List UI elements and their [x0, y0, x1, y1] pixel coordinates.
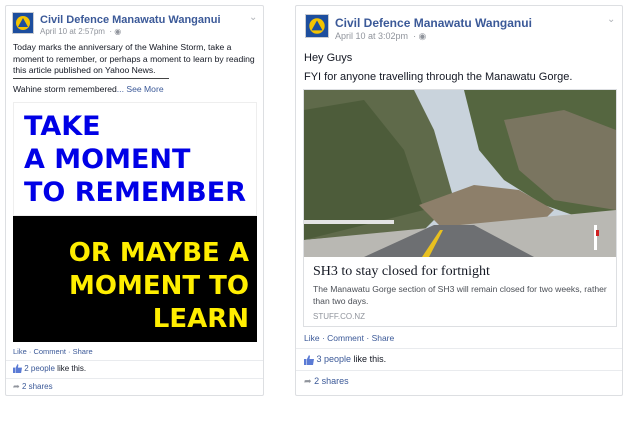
- likes-summary: 2 people like this.: [13, 364, 87, 374]
- share-arrow-icon: ➦: [304, 376, 312, 386]
- image-text-line: LEARN: [152, 304, 249, 334]
- post-greeting: Hey Guys: [304, 52, 353, 64]
- post-actions: Like · Comment · Share: [304, 333, 394, 343]
- see-more-link[interactable]: ... See More: [117, 84, 164, 94]
- like-button[interactable]: Like: [304, 333, 320, 343]
- likes-suffix: like this.: [54, 364, 87, 373]
- link-preview: Wahine storm remembered... See More: [13, 84, 164, 96]
- link-preview-card[interactable]: SH3 to stay closed for fortnight The Man…: [303, 89, 617, 327]
- post-timestamp[interactable]: April 10 at 3:02pm: [335, 31, 408, 41]
- post-card-right: Civil Defence Manawatu Wanganui April 10…: [295, 5, 623, 396]
- divider-line: [13, 78, 169, 79]
- page-name-link[interactable]: Civil Defence Manawatu Wanganui: [40, 14, 221, 26]
- action-separator: ·: [364, 333, 372, 343]
- page-avatar[interactable]: [305, 14, 329, 38]
- post-actions: Like · Comment · Share: [13, 347, 93, 356]
- post-message: FYI for anyone travelling through the Ma…: [304, 71, 573, 83]
- link-preview-image: [304, 90, 616, 257]
- thumbs-up-icon: [13, 364, 22, 374]
- link-title[interactable]: SH3 to stay closed for fortnight: [313, 264, 490, 280]
- share-button[interactable]: Share: [73, 347, 93, 356]
- likes-count-link[interactable]: 2 people: [24, 364, 55, 373]
- action-separator: ·: [65, 347, 73, 356]
- post-timestamp[interactable]: April 10 at 2:57pm: [40, 27, 105, 36]
- thumbs-up-icon: [304, 354, 314, 365]
- image-bottom-panel[interactable]: OR MAYBE A MOMENT TO LEARN: [13, 216, 257, 342]
- divider-line: [6, 360, 263, 361]
- shares-summary[interactable]: ➦ 2 shares: [304, 376, 349, 387]
- like-button[interactable]: Like: [13, 347, 27, 356]
- civil-defence-logo-icon: [13, 13, 33, 33]
- link-description: The Manawatu Gorge section of SH3 will r…: [313, 284, 607, 306]
- comment-button[interactable]: Comment: [33, 347, 66, 356]
- likes-count-link[interactable]: 3 people: [317, 354, 352, 364]
- globe-icon: · ◉: [410, 31, 427, 41]
- post-message: Today marks the anniversary of the Wahin…: [13, 42, 255, 76]
- link-preview-text: Wahine storm remembered: [13, 84, 117, 94]
- shares-count: 2 shares: [21, 382, 53, 391]
- share-arrow-icon: ➦: [13, 382, 20, 391]
- shares-summary[interactable]: ➦ 2 shares: [13, 382, 53, 391]
- chevron-down-icon[interactable]: ⌄: [249, 12, 257, 23]
- shares-count: 2 shares: [314, 376, 349, 386]
- image-text-line: TAKE: [24, 111, 101, 142]
- likes-summary: 3 people like this.: [304, 354, 386, 365]
- image-top-panel[interactable]: TAKE A MOMENT TO REMEMBER: [13, 102, 257, 216]
- chevron-down-icon[interactable]: ⌄: [607, 14, 615, 25]
- divider-line: [6, 378, 263, 379]
- page-name-link[interactable]: Civil Defence Manawatu Wanganui: [335, 16, 532, 30]
- image-text-line: OR MAYBE A: [68, 238, 249, 268]
- comment-button[interactable]: Comment: [327, 333, 364, 343]
- globe-icon: · ◉: [107, 27, 122, 36]
- civil-defence-logo-icon: [306, 15, 328, 37]
- post-card-left: Civil Defence Manawatu Wanganui April 10…: [5, 5, 264, 396]
- image-text-line: A MOMENT: [24, 144, 191, 175]
- image-text-line: MOMENT TO: [69, 271, 249, 301]
- link-source: STUFF.CO.NZ: [313, 312, 365, 321]
- post-meta: April 10 at 3:02pm · ◉: [335, 31, 426, 42]
- likes-suffix: like this.: [351, 354, 387, 364]
- share-button[interactable]: Share: [372, 333, 395, 343]
- page-avatar[interactable]: [12, 12, 34, 34]
- post-meta: April 10 at 2:57pm · ◉: [40, 27, 121, 36]
- divider-line: [296, 370, 622, 371]
- divider-line: [296, 348, 622, 349]
- image-text-line: TO REMEMBER: [24, 177, 246, 208]
